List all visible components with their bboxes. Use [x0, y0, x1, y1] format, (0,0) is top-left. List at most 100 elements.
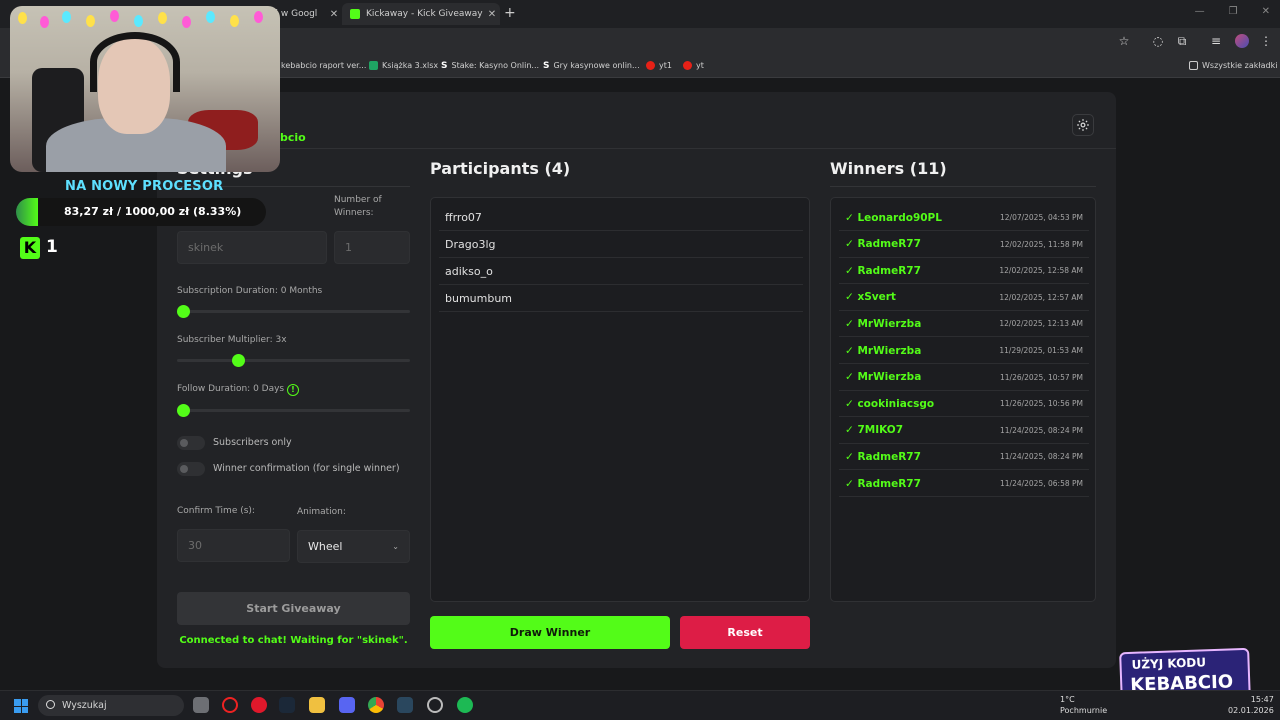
steam-icon[interactable] [279, 697, 295, 713]
sub-duration-label: Subscription Duration: 0 Months [177, 286, 323, 296]
windows-start-icon[interactable] [14, 699, 28, 713]
donation-amount: 83,27 zł / 1000,00 zł (8.33%) [64, 205, 242, 218]
toggle-label: Subscribers only [213, 437, 292, 448]
draw-winner-button[interactable]: Draw Winner [430, 616, 670, 649]
close-tab-icon[interactable]: ✕ [326, 9, 342, 20]
weather-widget[interactable]: 1°C Pochmurnie [1060, 694, 1107, 716]
winner-name: ✓ cookiniacsgo [845, 397, 935, 410]
follow-duration-slider[interactable] [177, 404, 410, 417]
youtube-icon [646, 61, 655, 70]
info-icon[interactable]: ! [287, 384, 299, 396]
windows-taskbar: Wyszukaj 1°C Pochmurnie 15:47 02.01.2026 [0, 690, 1280, 720]
winner-item[interactable]: ✓ RadmeR77 11/24/2025, 08:24 PM [839, 444, 1089, 471]
winner-item[interactable]: ✓ MrWierzba 12/02/2025, 12:13 AM [839, 311, 1089, 338]
bookmark-item[interactable]: yt [683, 61, 704, 70]
close-tab-icon[interactable]: ✕ [484, 9, 500, 20]
menu-dots-icon[interactable]: ⋮ [1259, 34, 1273, 48]
winner-name: ✓ MrWierzba [845, 344, 922, 357]
window-controls: — ❐ ✕ [1195, 6, 1270, 17]
winner-item[interactable]: ✓ RadmeR77 12/02/2025, 11:58 PM [839, 232, 1089, 258]
clock-time: 15:47 [1250, 695, 1274, 704]
winner-item[interactable]: ✓ xSvert 12/02/2025, 12:57 AM [839, 285, 1089, 311]
sub-multiplier-slider[interactable] [177, 354, 410, 367]
sub-duration-slider[interactable] [177, 305, 410, 318]
profile-avatar-icon[interactable] [1235, 34, 1249, 48]
steam-icon[interactable] [397, 697, 413, 713]
winner-name: ✓ xSvert [845, 291, 896, 304]
participant-item[interactable]: Drago3lg [439, 232, 803, 258]
donation-progress-fill [16, 198, 38, 226]
star-icon[interactable]: ☆ [1117, 34, 1131, 48]
bookmark-item[interactable]: yt1 [646, 61, 672, 70]
minimize-icon[interactable]: — [1195, 6, 1205, 17]
participant-item[interactable]: ffrro07 [439, 205, 803, 231]
bookmark-item[interactable]: Książka 3.xlsx [369, 61, 438, 70]
tab-kickaway[interactable]: Kickaway - Kick Giveaway Tool ✕ [342, 3, 500, 25]
bookmark-item[interactable]: kebabcio raport ver... [281, 61, 366, 70]
folder-icon [1189, 61, 1198, 70]
animation-select[interactable]: Wheel ⌄ [297, 530, 410, 563]
winner-date: 12/07/2025, 04:53 PM [1000, 213, 1083, 222]
participant-item[interactable]: bumumbum [439, 286, 803, 312]
system-clock[interactable]: 15:47 02.01.2026 [1228, 694, 1274, 716]
start-giveaway-button[interactable]: Start Giveaway [177, 592, 410, 625]
headphones [90, 32, 180, 92]
keyword-input[interactable]: skinek [177, 231, 327, 264]
slider-knob[interactable] [232, 354, 245, 367]
winner-date: 12/02/2025, 11:58 PM [1000, 239, 1083, 249]
giveaway-card: bcio Settings Number of Winners: skinek … [157, 92, 1116, 668]
winner-date: 12/02/2025, 12:57 AM [999, 292, 1083, 302]
winner-item[interactable]: ✓ RadmeR77 12/02/2025, 12:58 AM [839, 258, 1089, 285]
spotify-icon[interactable] [457, 697, 473, 713]
participant-item[interactable]: adikso_o [439, 259, 803, 285]
light-bulb [158, 12, 167, 24]
confirm-time-input[interactable]: 30 [177, 529, 290, 562]
task-view-icon[interactable] [193, 697, 209, 713]
light-bulb [182, 16, 191, 28]
brand-name: bcio [280, 131, 306, 144]
christmas-lights [10, 6, 280, 32]
maximize-icon[interactable]: ❐ [1229, 6, 1238, 17]
settings-gear-button[interactable] [1072, 114, 1094, 136]
tab-label: Kickaway - Kick Giveaway Tool [366, 9, 484, 19]
winner-date: 12/02/2025, 12:58 AM [999, 266, 1083, 276]
opera-gx-icon[interactable] [222, 697, 238, 713]
winner-item[interactable]: ✓ RadmeR77 11/24/2025, 06:58 PM [839, 471, 1089, 497]
winner-name: ✓ RadmeR77 [845, 450, 921, 463]
winner-item[interactable]: ✓ 7MIKO7 11/24/2025, 08:24 PM [839, 418, 1089, 444]
participants-list: ffrro07 Drago3lg adikso_o bumumbum [430, 197, 810, 602]
winner-confirmation-toggle[interactable] [177, 462, 205, 476]
bookmark-label: kebabcio raport ver... [281, 61, 367, 70]
extension-circle-icon[interactable]: ◌ [1151, 34, 1165, 48]
opera-icon[interactable] [251, 697, 267, 713]
new-tab-icon[interactable]: + [504, 5, 516, 21]
bookmark-label: Książka 3.xlsx [382, 61, 439, 70]
winners-count-input[interactable]: 1 [334, 231, 410, 264]
bookmark-label: yt [696, 61, 704, 70]
puzzle-icon[interactable]: ⧉ [1175, 34, 1189, 48]
follow-duration-label: Follow Duration: 0 Days [177, 384, 285, 394]
winner-item[interactable]: ✓ MrWierzba 11/29/2025, 01:53 AM [839, 338, 1089, 364]
discord-icon[interactable] [339, 697, 355, 713]
file-explorer-icon[interactable] [309, 697, 325, 713]
media-icon[interactable]: ≡ [1209, 34, 1223, 48]
winner-date: 11/24/2025, 08:24 PM [1000, 452, 1083, 462]
bookmark-item[interactable]: S Gry kasynowe onlin... [543, 61, 640, 71]
winner-item[interactable]: ✓ Leonardo90PL 12/07/2025, 04:53 PM [839, 205, 1089, 231]
reset-button[interactable]: Reset [680, 616, 810, 649]
bookmark-item[interactable]: S Stake: Kasyno Onlin... [441, 61, 539, 71]
close-window-icon[interactable]: ✕ [1262, 6, 1270, 17]
slider-knob[interactable] [177, 305, 190, 318]
all-bookmarks[interactable]: Wszystkie zakładki [1189, 61, 1277, 70]
app-icon[interactable] [427, 697, 443, 713]
winner-date: 11/26/2025, 10:57 PM [1000, 372, 1083, 382]
winner-name: ✓ MrWierzba [845, 317, 922, 330]
winner-date: 11/24/2025, 08:24 PM [1000, 425, 1083, 435]
subscribers-only-toggle[interactable] [177, 436, 205, 450]
search-icon [46, 700, 55, 709]
slider-knob[interactable] [177, 404, 190, 417]
taskbar-search[interactable]: Wyszukaj [38, 695, 184, 716]
winner-item[interactable]: ✓ cookiniacsgo 11/26/2025, 10:56 PM [839, 391, 1089, 418]
chrome-icon[interactable] [368, 697, 384, 713]
winner-item[interactable]: ✓ MrWierzba 11/26/2025, 10:57 PM [839, 365, 1089, 391]
